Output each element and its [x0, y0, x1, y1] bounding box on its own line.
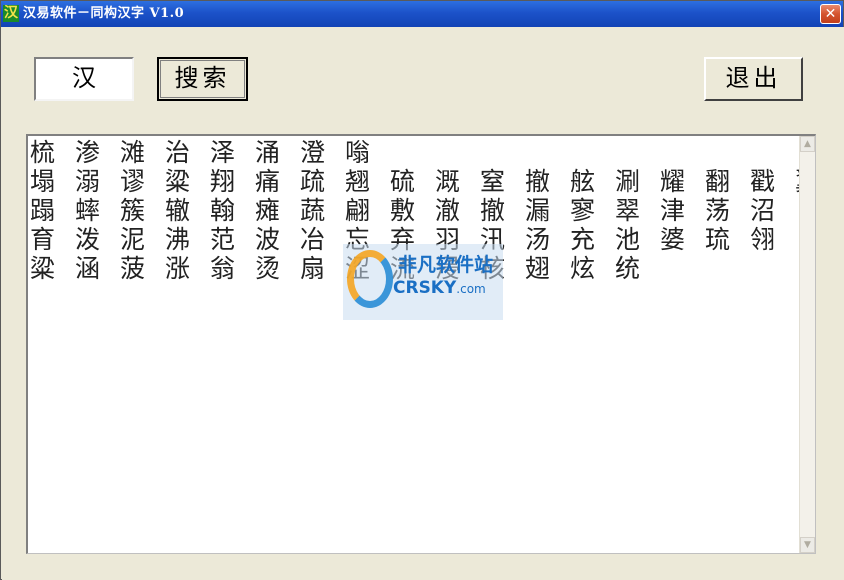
result-char[interactable]: 泽	[210, 138, 255, 167]
result-char[interactable]: 簇	[120, 196, 165, 225]
result-char[interactable]: 扇	[300, 254, 345, 283]
character-input[interactable]: 汉	[34, 57, 134, 101]
result-char[interactable]: 舷	[570, 167, 615, 196]
result-char[interactable]: 漏	[525, 196, 570, 225]
watermark-en-text: CRSKY.com	[393, 278, 486, 298]
result-char[interactable]: 瘫	[255, 196, 300, 225]
result-char[interactable]: 翻	[705, 167, 750, 196]
result-char[interactable]: 翘	[345, 167, 390, 196]
result-char[interactable]: 婆	[660, 225, 705, 254]
result-char[interactable]: 辙	[165, 196, 210, 225]
watermark-logo-icon	[347, 250, 393, 308]
app-icon: 汉	[3, 5, 19, 22]
result-char[interactable]: 蟀	[75, 196, 120, 225]
watermark-cn-text: 非凡软件站	[398, 254, 494, 276]
window-title: 汉易软件－同构汉字 V1.0	[23, 6, 185, 21]
result-char[interactable]: 汤	[525, 225, 570, 254]
result-char[interactable]: 翠	[615, 196, 660, 225]
result-char[interactable]: 硫	[390, 167, 435, 196]
result-char[interactable]: 痛	[255, 167, 300, 196]
close-button[interactable]: ✕	[820, 4, 841, 24]
result-char[interactable]: 津	[660, 196, 705, 225]
result-line: 塌溺谬粱翔痛疏翘硫溉窒撤舷涮耀翻戳翼	[30, 167, 815, 196]
search-button[interactable]: 搜索	[157, 57, 248, 101]
result-char[interactable]: 翅	[525, 254, 570, 283]
result-char[interactable]: 琉	[705, 225, 750, 254]
result-char[interactable]: 治	[165, 138, 210, 167]
result-char[interactable]: 耀	[660, 167, 705, 196]
result-char[interactable]: 涮	[615, 167, 660, 196]
result-char[interactable]: 烫	[255, 254, 300, 283]
results-list[interactable]: 梳渗滩治泽涌澄嗡塌溺谬粱翔痛疏翘硫溉窒撤舷涮耀翻戳翼蹋蟀簇辙翰瘫蔬翩敷澈撤漏寥翠…	[26, 134, 816, 554]
result-char[interactable]: 翁	[210, 254, 255, 283]
scroll-up-icon[interactable]: ▲	[800, 136, 815, 152]
result-char[interactable]: 窒	[480, 167, 525, 196]
result-char[interactable]: 粱	[30, 254, 75, 283]
result-char[interactable]: 蹋	[30, 196, 75, 225]
app-window: 汉 汉易软件－同构汉字 V1.0 ✕ 汉 搜索 退出 梳渗滩治泽涌澄嗡塌溺谬粱翔…	[0, 0, 844, 580]
result-char[interactable]: 疏	[300, 167, 345, 196]
result-char[interactable]: 充	[570, 225, 615, 254]
result-char[interactable]: 波	[255, 225, 300, 254]
scroll-down-icon[interactable]: ▼	[800, 537, 815, 553]
result-char[interactable]: 渗	[75, 138, 120, 167]
result-char[interactable]: 蔬	[300, 196, 345, 225]
result-char[interactable]: 溉	[435, 167, 480, 196]
result-char[interactable]: 炫	[570, 254, 615, 283]
result-char[interactable]: 塌	[30, 167, 75, 196]
result-char[interactable]: 涨	[165, 254, 210, 283]
result-line: 蹋蟀簇辙翰瘫蔬翩敷澈撤漏寥翠津荡沼	[30, 196, 815, 225]
result-char[interactable]: 泼	[75, 225, 120, 254]
title-bar[interactable]: 汉 汉易软件－同构汉字 V1.0 ✕	[1, 1, 843, 27]
result-char[interactable]: 溺	[75, 167, 120, 196]
result-char[interactable]: 菠	[120, 254, 165, 283]
exit-button[interactable]: 退出	[704, 57, 803, 101]
result-char[interactable]: 泥	[120, 225, 165, 254]
watermark-brand: CRSKY	[393, 278, 457, 298]
result-char[interactable]: 翎	[750, 225, 795, 254]
result-char[interactable]: 嗡	[345, 138, 390, 167]
result-char[interactable]: 撤	[480, 196, 525, 225]
result-char[interactable]: 戳	[750, 167, 795, 196]
watermark: 非凡软件站 CRSKY.com	[343, 244, 503, 320]
result-char[interactable]: 梳	[30, 138, 75, 167]
result-char[interactable]: 敷	[390, 196, 435, 225]
watermark-domain: .com	[456, 282, 486, 296]
result-char[interactable]: 涵	[75, 254, 120, 283]
result-char[interactable]: 范	[210, 225, 255, 254]
result-char[interactable]: 统	[615, 254, 660, 283]
result-char[interactable]: 谬	[120, 167, 165, 196]
result-char[interactable]: 澈	[435, 196, 480, 225]
result-char[interactable]: 池	[615, 225, 660, 254]
result-char[interactable]: 翔	[210, 167, 255, 196]
result-char[interactable]: 荡	[705, 196, 750, 225]
result-char[interactable]: 滩	[120, 138, 165, 167]
result-char[interactable]: 澄	[300, 138, 345, 167]
result-char[interactable]: 沸	[165, 225, 210, 254]
result-line: 梳渗滩治泽涌澄嗡	[30, 138, 815, 167]
vertical-scrollbar[interactable]: ▲ ▼	[799, 136, 815, 553]
result-char[interactable]: 翰	[210, 196, 255, 225]
result-char[interactable]: 沼	[750, 196, 795, 225]
result-char[interactable]: 寥	[570, 196, 615, 225]
result-char[interactable]: 育	[30, 225, 75, 254]
result-char[interactable]: 粱	[165, 167, 210, 196]
result-char[interactable]: 涌	[255, 138, 300, 167]
result-char[interactable]: 撤	[525, 167, 570, 196]
result-char[interactable]: 冶	[300, 225, 345, 254]
result-char[interactable]: 翩	[345, 196, 390, 225]
